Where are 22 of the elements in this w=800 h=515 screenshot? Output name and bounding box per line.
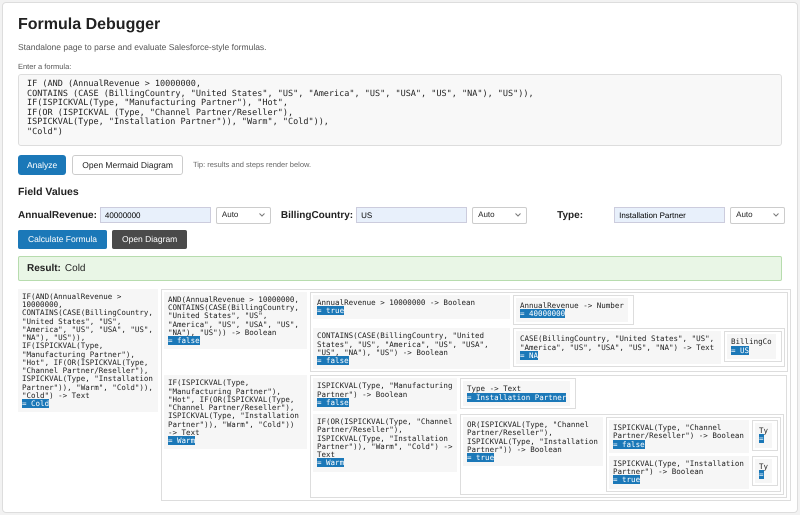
result-value: Cold: [64, 262, 86, 276]
chevron-icon: [773, 213, 780, 218]
formula-input[interactable]: IF (AND (AnnualRevenue > 10000000, CONTAINS (CASE (BillingCountry, "United States", "US", "America", "US", "USA", "US", "NA"), "US")), IF(ISPICKVAL(Type, "Manufacturing Partner"), "Hot", IF(OR (ISPICKVAL (Type, "Channel Partner/Reseller"), ISPICKVAL(Type, "Installation Partner")), "Warm", "Cold")), "Cold"): [18, 74, 782, 146]
type-select[interactable]: Auto: [730, 206, 786, 224]
type-select[interactable]: Auto: [472, 206, 528, 224]
section-heading: Field Values: [18, 185, 80, 200]
field-label: AnnualRevenue:: [18, 208, 97, 223]
calculate-button[interactable]: Calculate Formula: [18, 230, 107, 249]
field-label: BillingCountry:: [280, 208, 354, 223]
diagram-button[interactable]: Open Mermaid Diagram: [72, 155, 183, 175]
chevron-icon: [515, 213, 522, 218]
type-select[interactable]: Auto: [216, 206, 271, 224]
analyze-button[interactable]: Analyze: [18, 155, 66, 175]
result-label: Result:: [27, 262, 61, 276]
chevron-icon: [258, 213, 265, 218]
page-title: Formula Debugger: [18, 17, 162, 33]
open-diagram-button[interactable]: Open Diagram: [112, 230, 188, 249]
page-subtitle: Standalone page to parse and evaluate Salesforce-style formulas.: [18, 41, 268, 54]
field-value-input[interactable]: 40000000: [100, 207, 211, 224]
field-value-input[interactable]: US: [356, 207, 468, 224]
field-label: Type:: [557, 208, 584, 223]
field-value-input[interactable]: Installation Partner: [614, 207, 726, 224]
